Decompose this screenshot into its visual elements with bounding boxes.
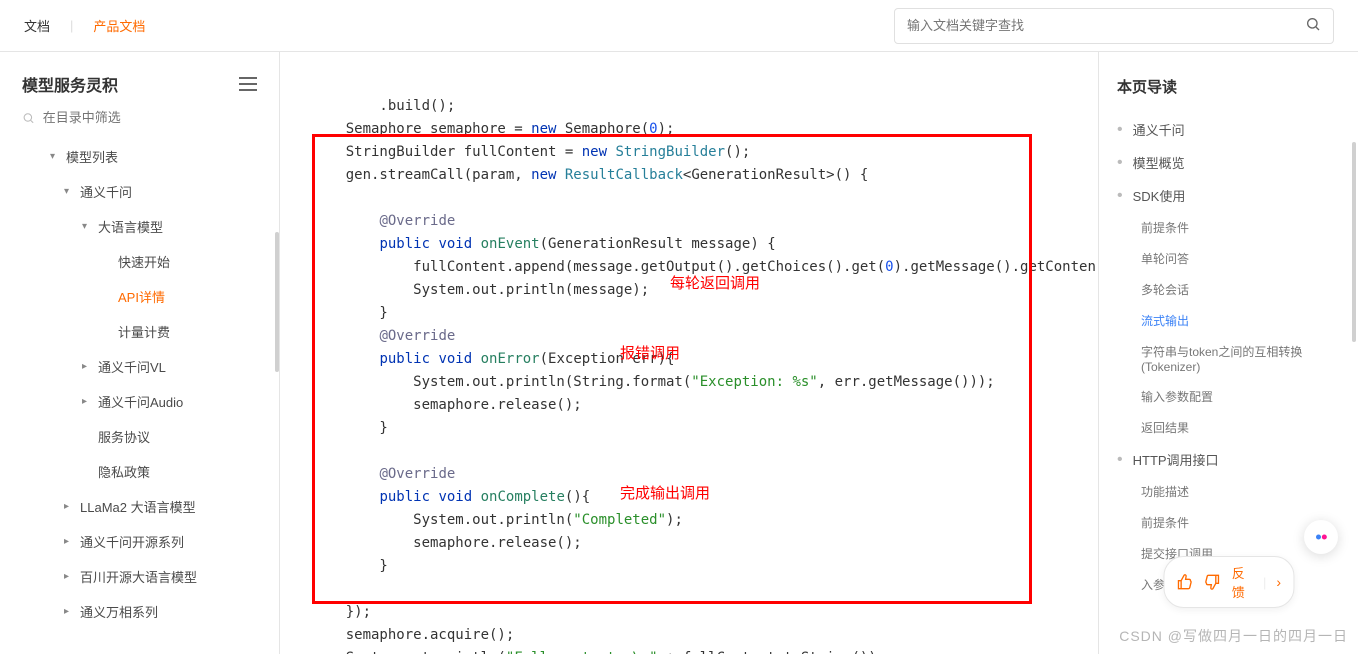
toc-item-label: 输入参数配置	[1141, 388, 1213, 405]
nav-divider: |	[70, 18, 73, 33]
sidebar-item[interactable]: ▸ LLaMa2 大语言模型	[22, 489, 271, 524]
caret-icon: ▾	[64, 186, 72, 197]
sidebar: 模型服务灵积 ▾ 模型列表 ▾ 通义千问 ▾ 大语言模型快速开始 API详情计量计费 ▸ 通义千…	[0, 52, 280, 654]
sidebar-filter-input[interactable]	[43, 110, 257, 125]
toc-item-label: SDK使用	[1133, 186, 1186, 205]
menu-toggle-icon[interactable]	[239, 77, 257, 91]
toc-item[interactable]: 多轮会话	[1117, 274, 1340, 305]
sidebar-item[interactable]: ▾ 通义千问	[22, 174, 271, 209]
sidebar-item[interactable]: 计量计费	[22, 314, 271, 349]
chevron-right-icon[interactable]: ›	[1276, 574, 1281, 590]
nav-product-doc[interactable]: 产品文档	[93, 16, 145, 35]
sidebar-item[interactable]: ▾ 模型列表	[22, 139, 271, 174]
topbar: 文档 | 产品文档	[0, 0, 1358, 52]
feedback-bar: 反馈 | ›	[1163, 556, 1294, 608]
sidebar-item[interactable]: ▸ 百川开源大语言模型	[22, 559, 271, 594]
caret-icon: ▾	[50, 151, 58, 162]
caret-icon: ▸	[64, 501, 72, 512]
content-area: .build(); Semaphore semaphore = new Sema…	[280, 52, 1098, 654]
nav-tree: ▾ 模型列表 ▾ 通义千问 ▾ 大语言模型快速开始 API详情计量计费 ▸ 通义千问VL ▸ 通义千…	[0, 139, 279, 654]
bullet-icon: •	[1117, 188, 1123, 204]
thumbs-down-icon[interactable]	[1204, 571, 1222, 593]
toc-item[interactable]: 单轮问答	[1117, 243, 1340, 274]
toc-item-label: 前提条件	[1141, 514, 1189, 531]
sidebar-item-label: 服务协议	[98, 427, 150, 446]
thumbs-up-icon[interactable]	[1176, 571, 1194, 593]
nav-doc[interactable]: 文档	[24, 16, 50, 35]
sidebar-item-label: 通义千问Audio	[98, 392, 183, 411]
search-input[interactable]	[907, 18, 1305, 33]
toc-item-label: 模型概览	[1133, 153, 1185, 172]
sidebar-item[interactable]: ▸ 通义千问Audio	[22, 384, 271, 419]
caret-icon: ▸	[82, 361, 90, 372]
toc-item-label: 流式输出	[1141, 312, 1189, 329]
sidebar-item-label: 百川开源大语言模型	[80, 567, 197, 586]
sidebar-item[interactable]: 服务协议	[22, 419, 271, 454]
toc-item[interactable]: • 模型概览	[1117, 146, 1340, 179]
caret-icon: ▸	[64, 571, 72, 582]
toc-item[interactable]: 前提条件	[1117, 212, 1340, 243]
toc-item[interactable]: • SDK使用	[1117, 179, 1340, 212]
sidebar-item-label: 快速开始	[118, 252, 170, 271]
sidebar-item-label: API详情	[118, 287, 165, 306]
table-of-contents: 本页导读 •通义千问•模型概览•SDK使用前提条件单轮问答多轮会话流式输出字符串…	[1098, 52, 1358, 654]
toc-item[interactable]: 字符串与token之间的互相转换 (Tokenizer)	[1117, 336, 1340, 381]
toc-item[interactable]: 返回结果	[1117, 412, 1340, 443]
sidebar-item-label: 通义万相系列	[80, 602, 158, 621]
caret-icon: ▸	[82, 396, 90, 407]
sidebar-title: 模型服务灵积	[22, 72, 118, 96]
sidebar-item-label: 隐私政策	[98, 462, 150, 481]
toc-item-label: 多轮会话	[1141, 281, 1189, 298]
sidebar-item-label: LLaMa2 大语言模型	[80, 497, 196, 516]
toc-item[interactable]: 输入参数配置	[1117, 381, 1340, 412]
sidebar-item-label: 通义千问	[80, 182, 132, 201]
sidebar-item[interactable]: API详情	[22, 279, 271, 314]
search-icon[interactable]	[1305, 16, 1321, 35]
bullet-icon: •	[1117, 155, 1123, 171]
sidebar-item-label: 大语言模型	[98, 217, 163, 236]
toc-item-label: 通义千问	[1133, 120, 1185, 139]
toc-item-label: 返回结果	[1141, 419, 1189, 436]
sidebar-item[interactable]: ▸ 通义千问开源系列	[22, 524, 271, 559]
toc-item[interactable]: 流式输出	[1117, 305, 1340, 336]
annotation-label-1: 每轮返回调用	[670, 272, 760, 295]
sidebar-filter[interactable]	[0, 110, 279, 139]
sidebar-item[interactable]: 隐私政策	[22, 454, 271, 489]
caret-icon: ▸	[64, 606, 72, 617]
feedback-divider: |	[1263, 575, 1266, 590]
caret-icon: ▾	[82, 221, 90, 232]
watermark: CSDN @写做四月一日的四月一日	[1119, 626, 1348, 646]
toc-item-label: 字符串与token之间的互相转换 (Tokenizer)	[1141, 343, 1340, 374]
toc-item-label: 前提条件	[1141, 219, 1189, 236]
sidebar-item-label: 模型列表	[66, 147, 118, 166]
global-search[interactable]	[894, 8, 1334, 44]
toc-item[interactable]: • HTTP调用接口	[1117, 443, 1340, 476]
bullet-icon: •	[1117, 452, 1123, 468]
toc-item-label: 功能描述	[1141, 483, 1189, 500]
sidebar-scrollbar[interactable]	[275, 232, 279, 372]
assistant-floating-button[interactable]	[1304, 520, 1338, 554]
toc-item[interactable]: 功能描述	[1117, 476, 1340, 507]
feedback-label: 反馈	[1232, 563, 1253, 601]
sidebar-item[interactable]: ▸ 通义万相系列	[22, 594, 271, 629]
sidebar-item[interactable]: 快速开始	[22, 244, 271, 279]
toc-item[interactable]: • 通义千问	[1117, 113, 1340, 146]
sidebar-item-label: 通义千问开源系列	[80, 532, 184, 551]
toc-item-label: HTTP调用接口	[1133, 450, 1219, 469]
toc-item-label: 单轮问答	[1141, 250, 1189, 267]
annotation-label-3: 完成输出调用	[620, 482, 710, 505]
sidebar-item-label: 计量计费	[118, 322, 170, 341]
code-block: .build(); Semaphore semaphore = new Sema…	[300, 52, 1078, 654]
sidebar-item[interactable]: ▸ 通义千问VL	[22, 349, 271, 384]
sidebar-item-label: 通义千问VL	[98, 357, 166, 376]
caret-icon: ▸	[64, 536, 72, 547]
toc-title: 本页导读	[1117, 76, 1340, 97]
toc-scrollbar[interactable]	[1352, 142, 1356, 342]
annotation-box	[312, 134, 1032, 604]
annotation-label-2: 报错调用	[620, 342, 680, 365]
bullet-icon: •	[1117, 122, 1123, 138]
sidebar-item[interactable]: ▾ 大语言模型	[22, 209, 271, 244]
